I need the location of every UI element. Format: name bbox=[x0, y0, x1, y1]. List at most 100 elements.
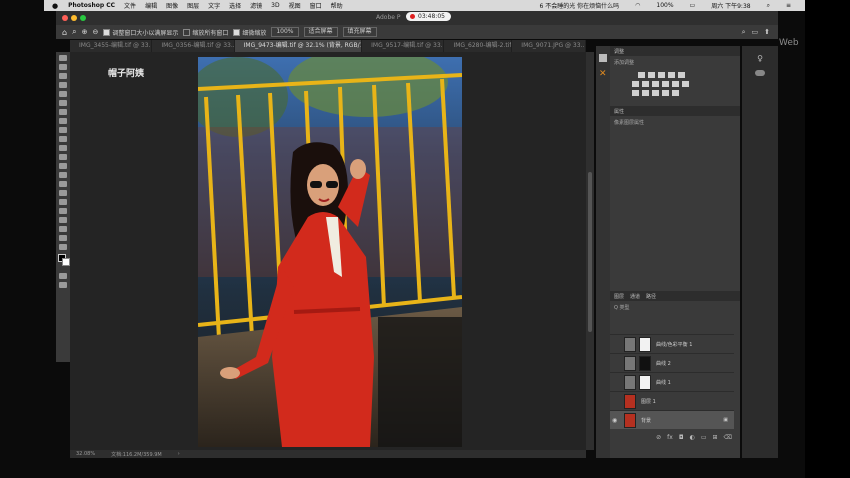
zoom-all-checkbox[interactable]: 缩放所有窗口 bbox=[183, 28, 228, 37]
history-panel-icon[interactable] bbox=[599, 54, 607, 62]
recording-indicator[interactable]: 03:48:05 bbox=[406, 12, 451, 21]
layer-row[interactable]: 曲线/色彩平衡 1 bbox=[610, 334, 734, 353]
zoom-window-icon[interactable] bbox=[80, 15, 86, 21]
exposure-icon[interactable] bbox=[668, 72, 675, 78]
layer-kind-filter[interactable]: Q 类型 bbox=[610, 301, 740, 314]
path-select-tool-icon[interactable] bbox=[59, 208, 67, 214]
new-group-icon[interactable]: ▭ bbox=[701, 434, 707, 441]
eraser-tool-icon[interactable] bbox=[59, 154, 67, 160]
levels-icon[interactable] bbox=[648, 72, 655, 78]
workspace-icon[interactable]: ▭ bbox=[752, 28, 759, 37]
search-icon[interactable]: ⌕ bbox=[767, 2, 770, 10]
clock-text[interactable]: 周六 下午9:38 bbox=[711, 1, 750, 10]
zoom-tool-icon[interactable]: ⌕ bbox=[72, 27, 76, 37]
menu-select[interactable]: 选择 bbox=[229, 1, 241, 10]
app-menu[interactable]: Photoshop CC bbox=[68, 2, 115, 9]
share-icon[interactable]: ⬆ bbox=[764, 28, 770, 37]
history-brush-tool-icon[interactable] bbox=[59, 145, 67, 151]
menu-type[interactable]: 文字 bbox=[208, 1, 220, 10]
crop-tool-icon[interactable] bbox=[59, 91, 67, 97]
quick-mask-icon[interactable] bbox=[59, 273, 67, 279]
selective-color-icon[interactable] bbox=[672, 90, 679, 96]
zoom-tool-icon[interactable] bbox=[59, 235, 67, 241]
photo-filter-icon[interactable] bbox=[662, 81, 669, 87]
curves-icon[interactable] bbox=[658, 72, 665, 78]
more-tools-icon[interactable] bbox=[59, 244, 67, 250]
new-adjustment-icon[interactable]: ◐ bbox=[690, 434, 695, 441]
minimize-window-icon[interactable] bbox=[71, 15, 77, 21]
new-layer-icon[interactable]: ⊞ bbox=[712, 434, 717, 441]
fill-screen-button[interactable]: 填充屏幕 bbox=[342, 27, 377, 37]
layer-row[interactable]: 曲线 2 bbox=[610, 353, 734, 372]
type-tool-icon[interactable] bbox=[59, 199, 67, 205]
trash-icon[interactable]: ⌫ bbox=[724, 434, 732, 441]
quick-select-tool-icon[interactable] bbox=[59, 82, 67, 88]
tab-properties[interactable]: 属性 bbox=[614, 108, 624, 115]
close-window-icon[interactable] bbox=[62, 15, 68, 21]
hand-tool-icon[interactable] bbox=[59, 226, 67, 232]
menu-3d[interactable]: 3D bbox=[271, 2, 279, 9]
menu-image[interactable]: 图像 bbox=[166, 1, 178, 10]
tab-img-6280[interactable]: IMG_6280-编辑-2.tif bbox=[444, 40, 513, 52]
menu-window[interactable]: 窗口 bbox=[310, 1, 322, 10]
menu-view[interactable]: 视图 bbox=[289, 1, 301, 10]
wifi-icon[interactable]: ◠ bbox=[635, 2, 640, 9]
lightbulb-icon[interactable]: ♀ bbox=[756, 54, 764, 63]
lasso-tool-icon[interactable] bbox=[59, 73, 67, 79]
tab-channels[interactable]: 通道 bbox=[630, 293, 640, 300]
marquee-tool-icon[interactable] bbox=[59, 64, 67, 70]
search-icon[interactable]: ⌕ bbox=[742, 28, 746, 37]
frame-tool-icon[interactable] bbox=[59, 100, 67, 106]
tab-img-0356[interactable]: IMG_0356-编辑.tif @ 33... bbox=[152, 40, 235, 52]
tab-layers[interactable]: 图层 bbox=[614, 293, 624, 300]
canvas-vertical-scrollbar[interactable] bbox=[586, 52, 594, 450]
background-color-swatch[interactable] bbox=[62, 258, 70, 266]
color-lookup-icon[interactable] bbox=[682, 81, 689, 87]
cloud-icon[interactable] bbox=[755, 70, 765, 76]
layer-row[interactable]: 图层 1 bbox=[610, 391, 734, 410]
dodge-tool-icon[interactable] bbox=[59, 181, 67, 187]
add-mask-icon[interactable]: ◘ bbox=[679, 434, 684, 441]
zoom-level[interactable]: 32.08% bbox=[76, 451, 95, 457]
scrubby-zoom-checkbox[interactable]: 细微缩放 bbox=[233, 28, 266, 37]
now-playing-text[interactable]: 6 不会睡的光 你在烦恼什么吗 bbox=[539, 1, 619, 10]
eyedropper-tool-icon[interactable] bbox=[59, 109, 67, 115]
tab-img-9473[interactable]: IMG_9473-编辑.tif @ 32.1% (背景, RGB/16*) bbox=[234, 40, 363, 52]
menu-filter[interactable]: 滤镜 bbox=[250, 1, 262, 10]
fit-screen-button[interactable]: 适合屏幕 bbox=[303, 27, 338, 37]
home-icon[interactable]: ⌂ bbox=[62, 28, 67, 37]
tab-img-3455[interactable]: IMG_3455-编辑.tif @ 33... bbox=[70, 40, 153, 52]
channel-mixer-icon[interactable] bbox=[672, 81, 679, 87]
menu-list-icon[interactable]: ≡ bbox=[786, 2, 791, 9]
posterize-icon[interactable] bbox=[642, 90, 649, 96]
clone-stamp-tool-icon[interactable] bbox=[59, 136, 67, 142]
hue-saturation-icon[interactable] bbox=[632, 81, 639, 87]
brush-tool-icon[interactable] bbox=[59, 127, 67, 133]
zoom-in-icon[interactable]: ⊕ bbox=[82, 28, 88, 36]
status-arrow-icon[interactable]: › bbox=[178, 451, 180, 457]
black-white-icon[interactable] bbox=[652, 81, 659, 87]
invert-icon[interactable] bbox=[632, 90, 639, 96]
color-swatches[interactable] bbox=[56, 254, 70, 270]
blur-tool-icon[interactable] bbox=[59, 172, 67, 178]
threshold-icon[interactable] bbox=[652, 90, 659, 96]
vibrance-icon[interactable] bbox=[678, 72, 685, 78]
tab-img-9517[interactable]: IMG_9517-编辑.tif @ 33... bbox=[362, 40, 445, 52]
scrollbar-thumb[interactable] bbox=[588, 172, 592, 332]
menu-edit[interactable]: 编辑 bbox=[145, 1, 157, 10]
brightness-icon[interactable] bbox=[638, 72, 645, 78]
tab-adjustments[interactable]: 调整 bbox=[614, 48, 624, 55]
gradient-map-icon[interactable] bbox=[662, 90, 669, 96]
zoom-100-button[interactable]: 100% bbox=[271, 27, 299, 37]
move-tool-icon[interactable] bbox=[59, 55, 67, 61]
color-balance-icon[interactable] bbox=[642, 81, 649, 87]
battery-text[interactable]: 100% bbox=[656, 2, 673, 9]
apple-icon[interactable]: ● bbox=[52, 2, 58, 10]
menu-help[interactable]: 帮助 bbox=[331, 1, 343, 10]
menu-layer[interactable]: 图层 bbox=[187, 1, 199, 10]
screen-mode-icon[interactable] bbox=[59, 282, 67, 288]
layer-row-selected[interactable]: ◉ 背景 ▣ bbox=[610, 410, 734, 429]
tab-img-9071[interactable]: IMG_9071.JPG @ 33... bbox=[512, 40, 586, 52]
resize-windows-checkbox[interactable]: 调整窗口大小以满屏显示 bbox=[103, 28, 178, 37]
tab-paths[interactable]: 路径 bbox=[646, 293, 656, 300]
